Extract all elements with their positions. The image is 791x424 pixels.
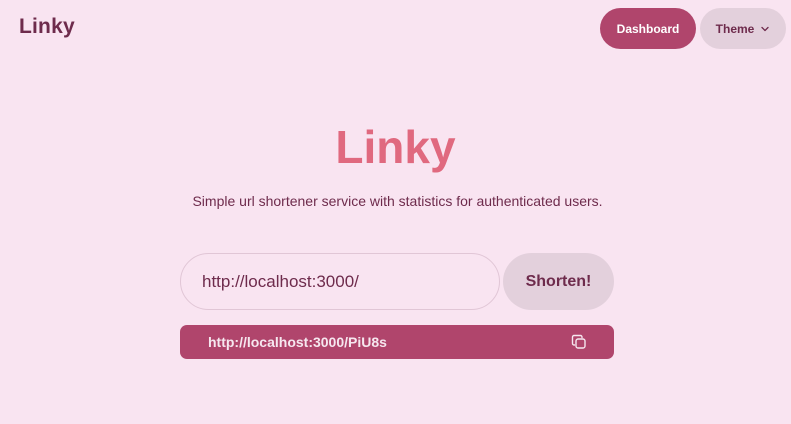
url-input[interactable] [180, 253, 500, 310]
shorten-button[interactable]: Shorten! [503, 253, 614, 310]
short-url-result: http://localhost:3000/PiU8s [180, 325, 614, 359]
dashboard-button[interactable]: Dashboard [600, 8, 696, 49]
brand-logo-link[interactable]: Linky [19, 15, 75, 39]
hero-title: Linky [335, 121, 456, 173]
page: Linky Dashboard Theme Linky Simple url s… [0, 0, 791, 424]
copy-icon[interactable] [570, 333, 588, 351]
chevron-down-icon [760, 24, 770, 34]
theme-dropdown-button[interactable]: Theme [700, 8, 786, 49]
theme-button-label: Theme [715, 21, 755, 36]
short-url-link[interactable]: http://localhost:3000/PiU8s [208, 334, 387, 350]
navbar-actions: Dashboard Theme [600, 8, 786, 49]
hero-description: Simple url shortener service with statis… [192, 193, 603, 209]
